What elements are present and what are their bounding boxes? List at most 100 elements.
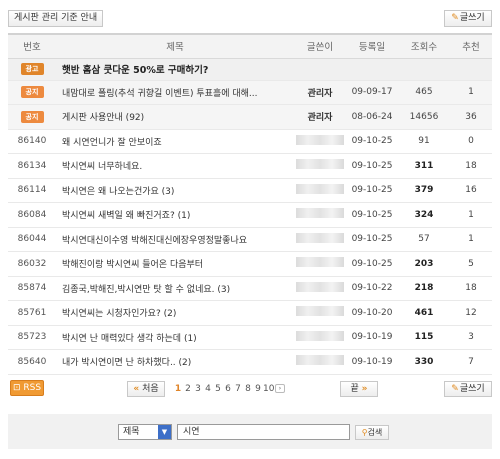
col-header-date: 등록일: [346, 33, 398, 59]
post-number: 86032: [8, 251, 56, 277]
post-date: 09-10-19: [346, 325, 398, 350]
col-header-recommend: 추천: [450, 33, 492, 59]
page-link[interactable]: 7: [233, 382, 243, 396]
notice-title-link[interactable]: 게시판 사용안내 (92): [56, 104, 294, 130]
post-views: 324: [398, 202, 450, 228]
rss-label: RSS: [23, 383, 42, 393]
notice-badge: 공지: [20, 110, 44, 123]
table-row[interactable]: 85723 박시연 난 매력있다 생각 하는데 (1) 09-10-19 115 3: [8, 325, 492, 350]
page-link[interactable]: 4: [203, 382, 213, 396]
table-row[interactable]: 86084 박시연씨 새벽일 왜 빠진거죠? (1) 09-10-25 324 1: [8, 202, 492, 228]
post-title-link[interactable]: 내가 박시연이면 난 하차했다.. (2): [56, 349, 294, 375]
notice-writer[interactable]: 관리자: [308, 89, 333, 99]
writer-name-obscured[interactable]: [296, 355, 344, 366]
post-date: 09-10-25: [346, 178, 398, 203]
table-row[interactable]: 85761 박시연씨는 시청자인가요? (2) 09-10-20 461 12: [8, 300, 492, 326]
write-label: 글쓰기: [459, 13, 485, 23]
post-recommend: 16: [450, 178, 492, 203]
writer-name-obscured[interactable]: [296, 306, 344, 317]
post-recommend: 5: [450, 251, 492, 277]
post-title-link[interactable]: 박시연대신이수영 박해진대신에장우영정말좋나요: [56, 227, 294, 252]
search-panel: 제목 ▼ 시연 ⚲검색: [8, 414, 492, 449]
post-date: 09-10-25: [346, 129, 398, 154]
write-button-bottom[interactable]: ✎글쓰기: [444, 381, 492, 397]
page-link[interactable]: 1: [173, 382, 183, 396]
table-row[interactable]: 86140 왜 시연언니가 잘 안보이죠 09-10-25 91 0: [8, 129, 492, 154]
writer-name-obscured[interactable]: [296, 330, 344, 341]
table-row[interactable]: 85874 김종국,박해진,박시연만 탓 할 수 없네요. (3) 09-10-22…: [8, 276, 492, 301]
ad-badge: 광고: [20, 63, 44, 75]
last-page-label: 끝: [350, 384, 359, 394]
search-field-value: 제목: [123, 427, 140, 437]
writer-name-obscured[interactable]: [296, 208, 344, 219]
pagination-bar: ⊡ RSS « 처음 1 2 3 4 5 6 7 8 9 10 › 끝 » ✎글쓰기: [8, 380, 492, 398]
post-title-link[interactable]: 박시연 난 매력있다 생각 하는데 (1): [56, 325, 294, 350]
table-row[interactable]: 86134 박시연씨 너무하네요. 09-10-25 311 18: [8, 153, 492, 179]
post-views: 203: [398, 251, 450, 277]
post-recommend: 7: [450, 349, 492, 375]
post-number: 86084: [8, 202, 56, 228]
ad-row[interactable]: 광고 햇반 홈삼 쿳다운 50%로 구매하기?: [8, 58, 492, 81]
board-guide-button[interactable]: 게시판 관리 기준 안내: [8, 10, 104, 27]
post-title-link[interactable]: 박해진이랑 박시연씨 들어온 다음부터: [56, 251, 294, 277]
search-button[interactable]: ⚲검색: [355, 425, 389, 440]
last-page-button[interactable]: 끝 »: [340, 381, 378, 397]
writer-name-obscured[interactable]: [296, 159, 344, 170]
post-title-link[interactable]: 박시연씨 너무하네요.: [56, 153, 294, 179]
col-header-writer: 글쓴이: [294, 33, 346, 59]
writer-name-obscured[interactable]: [296, 134, 344, 145]
post-number: 86114: [8, 178, 56, 203]
post-number: 86140: [8, 129, 56, 154]
post-views: 218: [398, 276, 450, 301]
writer-name-obscured[interactable]: [296, 232, 344, 243]
post-number: 85723: [8, 325, 56, 350]
page-link[interactable]: 3: [193, 382, 203, 396]
search-field-select[interactable]: 제목 ▼: [118, 424, 172, 440]
next-page-icon[interactable]: ›: [275, 384, 285, 393]
writer-name-obscured[interactable]: [296, 281, 344, 292]
notice-writer[interactable]: 관리자: [308, 113, 333, 123]
table-row[interactable]: 86044 박시연대신이수영 박해진대신에장우영정말좋나요 09-10-25 57 1: [8, 227, 492, 252]
page-link[interactable]: 8: [243, 382, 253, 396]
page-link[interactable]: 2: [183, 382, 193, 396]
post-title-link[interactable]: 왜 시연언니가 잘 안보이죠: [56, 129, 294, 154]
post-date: 09-10-19: [346, 349, 398, 375]
chevron-down-icon[interactable]: ▼: [158, 425, 171, 439]
ad-title-link[interactable]: 햇반 홈삼 쿳다운 50%로 구매하기?: [56, 58, 492, 81]
write-button-top[interactable]: ✎글쓰기: [444, 10, 492, 27]
post-title-link[interactable]: 김종국,박해진,박시연만 탓 할 수 없네요. (3): [56, 276, 294, 301]
notice-row[interactable]: 공지 내맘대로 폴링(추석 귀향길 이벤트) 투표흘에 대해... 관리자 09…: [8, 80, 492, 105]
first-page-label: 처음: [142, 384, 159, 394]
page-link[interactable]: 6: [223, 382, 233, 396]
table-row[interactable]: 85640 내가 박시연이면 난 하차했다.. (2) 09-10-19 330 7: [8, 349, 492, 375]
post-title-link[interactable]: 박시연씨는 시청자인가요? (2): [56, 300, 294, 326]
post-views: 91: [398, 129, 450, 154]
page-number-list: 1 2 3 4 5 6 7 8 9 10 ›: [173, 382, 285, 396]
post-views: 330: [398, 349, 450, 375]
post-recommend: 12: [450, 300, 492, 326]
first-page-button[interactable]: « 처음: [127, 381, 165, 397]
page-link[interactable]: 5: [213, 382, 223, 396]
post-number: 86044: [8, 227, 56, 252]
notice-title-link[interactable]: 내맘대로 폴링(추석 귀향길 이벤트) 투표흘에 대해...: [56, 80, 294, 105]
post-recommend: 18: [450, 153, 492, 179]
search-input[interactable]: 시연: [177, 424, 350, 440]
post-number: 85761: [8, 300, 56, 326]
post-date: 09-10-22: [346, 276, 398, 301]
table-row[interactable]: 86114 박시연은 왜 나오는건가요 (3) 09-10-25 379 16: [8, 178, 492, 203]
writer-name-obscured[interactable]: [296, 257, 344, 268]
post-recommend: 1: [450, 227, 492, 252]
writer-name-obscured[interactable]: [296, 183, 344, 194]
post-title-link[interactable]: 박시연은 왜 나오는건가요 (3): [56, 178, 294, 203]
notice-recommend: 1: [450, 80, 492, 105]
notice-row[interactable]: 공지 게시판 사용안내 (92) 관리자 08-06-24 14656 36: [8, 104, 492, 130]
page-link[interactable]: 10: [263, 382, 274, 396]
table-row[interactable]: 86032 박해진이랑 박시연씨 들어온 다음부터 09-10-25 203 5: [8, 251, 492, 277]
col-header-number: 번호: [8, 33, 56, 59]
post-title-link[interactable]: 박시연씨 새벽일 왜 빠진거죠? (1): [56, 202, 294, 228]
page-link[interactable]: 9: [253, 382, 263, 396]
notice-date: 08-06-24: [346, 104, 398, 130]
post-recommend: 1: [450, 202, 492, 228]
write-label: 글쓰기: [459, 384, 485, 394]
rss-button[interactable]: ⊡ RSS: [10, 380, 44, 396]
